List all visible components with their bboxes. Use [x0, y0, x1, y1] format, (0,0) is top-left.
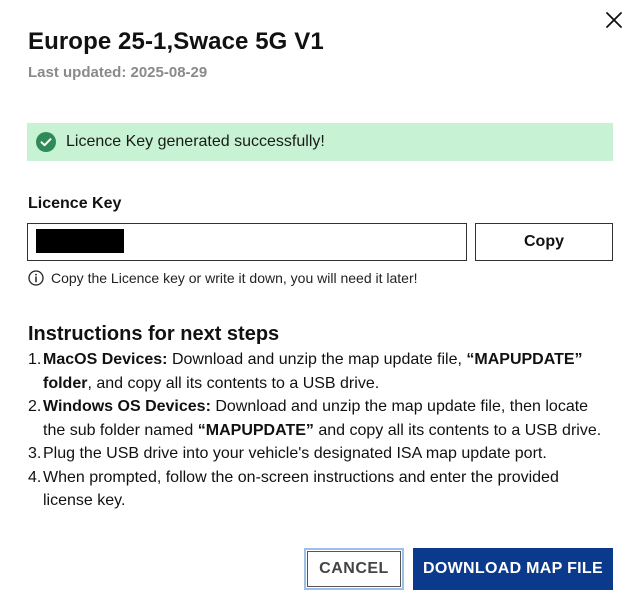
copy-button[interactable]: Copy [475, 223, 613, 261]
info-icon [28, 270, 44, 286]
success-message: Licence Key generated successfully! [66, 133, 325, 150]
instruction-step: 2. Windows OS Devices: Download and unzi… [28, 398, 602, 439]
instruction-step: 4. When prompted, follow the on-screen i… [28, 468, 559, 510]
close-icon [606, 12, 622, 28]
download-map-file-button[interactable]: DOWNLOAD MAP FILE [413, 548, 613, 590]
licence-dialog: Europe 25-1,Swace 5G V1 Last updated: 20… [0, 0, 640, 614]
licence-key-redacted [36, 229, 124, 253]
instruction-step: 3. Plug the USB drive into your vehicle'… [28, 445, 547, 462]
copy-hint-text: Copy the Licence key or write it down, y… [51, 270, 418, 286]
close-button[interactable] [602, 8, 626, 32]
licence-key-label: Licence Key [28, 195, 122, 212]
dialog-title: Europe 25-1,Swace 5G V1 [28, 28, 324, 55]
instructions-heading: Instructions for next steps [28, 323, 280, 345]
cancel-button[interactable]: CANCEL [304, 548, 404, 590]
licence-key-field[interactable] [27, 223, 467, 261]
instruction-step: 1. MacOS Devices: Download and unzip the… [28, 351, 583, 392]
check-circle-icon [36, 132, 56, 152]
copy-hint: Copy the Licence key or write it down, y… [28, 270, 418, 286]
instructions-list: 1. MacOS Devices: Download and unzip the… [28, 348, 608, 513]
success-banner: Licence Key generated successfully! [27, 123, 613, 161]
last-updated: Last updated: 2025-08-29 [28, 64, 208, 81]
